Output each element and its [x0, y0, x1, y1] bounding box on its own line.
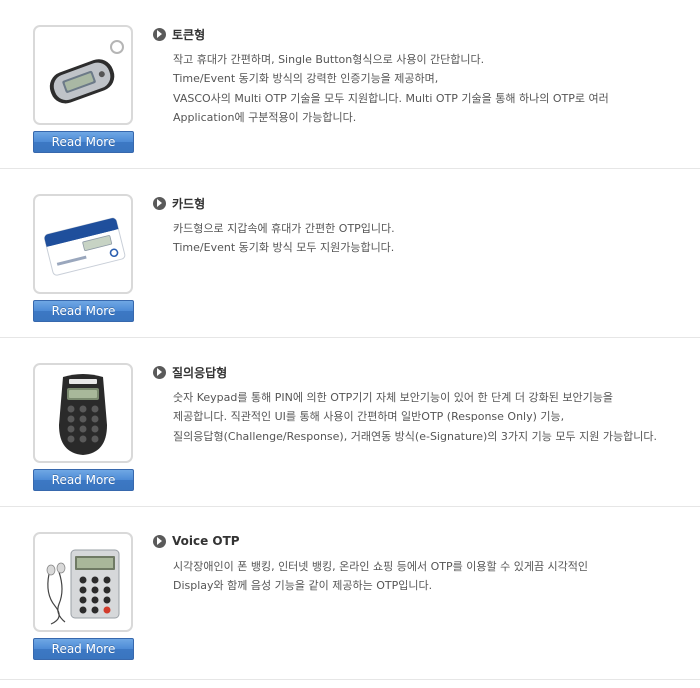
product-heading: 카드형	[153, 195, 205, 211]
product-item-challenge-response: Read More 질의응답형 숫자 Keypad를 통해 PIN에 의한 OT…	[0, 338, 700, 507]
product-description: 카드형으로 지갑속에 휴대가 간편한 OTP입니다. Time/Event 동기…	[173, 219, 693, 258]
product-list: Read More 토큰형 작고 휴대가 간편하며, Single Button…	[0, 0, 700, 680]
description-line: Display와 함께 음성 기능을 같이 제공하는 OTP입니다.	[173, 579, 433, 593]
voice-otp-device-earphones-icon[interactable]	[33, 532, 133, 632]
description-line: VASCO사의 Multi OTP 기술을 모두 지원합니다. Multi OT…	[173, 91, 609, 105]
description-line: 제공합니다. 직관적인 UI를 통해 사용이 간편하며 일반OTP (Respo…	[173, 410, 565, 424]
product-heading: 토큰형	[153, 26, 205, 42]
product-description: 시각장애인이 폰 뱅킹, 인터넷 뱅킹, 온라인 쇼핑 등에서 OTP를 이용할…	[173, 557, 693, 596]
description-line: 작고 휴대가 간편하며, Single Button형식으로 사용이 간단합니다…	[173, 53, 485, 66]
product-title: Voice OTP	[172, 534, 240, 548]
product-title: 토큰형	[172, 27, 206, 42]
read-more-button[interactable]: Read More	[33, 300, 134, 322]
product-description: 숫자 Keypad를 통해 PIN에 의한 OTP기기 자체 보안기능이 있어 …	[173, 388, 693, 446]
product-item-card: Read More 카드형 카드형으로 지갑속에 휴대가 간편한 OTP입니다.…	[0, 169, 700, 338]
arrow-bullet-icon	[153, 27, 166, 41]
otp-token-keyfob-icon[interactable]	[33, 25, 133, 125]
read-more-button[interactable]: Read More	[33, 469, 134, 491]
description-line: Time/Event 동기화 방식의 강력한 인증기능을 제공하며,	[173, 72, 439, 86]
arrow-bullet-icon	[153, 196, 166, 210]
product-title: 질의응답형	[172, 365, 228, 380]
product-title: 카드형	[172, 196, 206, 211]
product-item-voice-otp: Read More Voice OTP 시각장애인이 폰 뱅킹, 인터넷 뱅킹,…	[0, 507, 700, 680]
description-line: Time/Event 동기화 방식 모두 지원가능합니다.	[173, 241, 395, 255]
description-line: 질의응답형(Challenge/Response), 거래연동 방식(e-Sig…	[173, 429, 657, 443]
otp-keypad-device-icon[interactable]	[33, 363, 133, 463]
description-line: 숫자 Keypad를 통해 PIN에 의한 OTP기기 자체 보안기능이 있어 …	[173, 391, 613, 404]
read-more-button[interactable]: Read More	[33, 131, 134, 153]
description-line: Application에 구분적용이 가능합니다.	[173, 111, 357, 125]
product-heading: Voice OTP	[153, 533, 240, 549]
product-description: 작고 휴대가 간편하며, Single Button형식으로 사용이 간단합니다…	[173, 50, 693, 128]
arrow-bullet-icon	[153, 365, 166, 379]
read-more-button[interactable]: Read More	[33, 638, 134, 660]
product-heading: 질의응답형	[153, 364, 227, 380]
description-line: 카드형으로 지갑속에 휴대가 간편한 OTP입니다.	[173, 222, 395, 235]
arrow-bullet-icon	[153, 534, 166, 548]
description-line: 시각장애인이 폰 뱅킹, 인터넷 뱅킹, 온라인 쇼핑 등에서 OTP를 이용할…	[173, 560, 589, 573]
otp-card-icon[interactable]	[33, 194, 133, 294]
product-item-token: Read More 토큰형 작고 휴대가 간편하며, Single Button…	[0, 0, 700, 169]
